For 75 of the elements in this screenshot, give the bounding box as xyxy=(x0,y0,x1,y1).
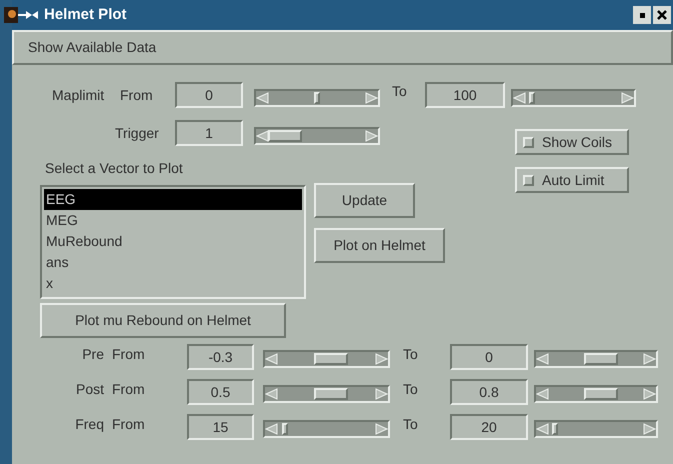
field-label: To xyxy=(392,82,408,101)
right-arrow-icon[interactable] xyxy=(374,353,388,365)
value-field[interactable]: 20 xyxy=(450,414,528,440)
slider[interactable] xyxy=(534,420,658,438)
field-label: Freq xyxy=(74,415,105,434)
slider-thumb[interactable] xyxy=(314,388,348,400)
list-item[interactable]: x xyxy=(44,273,302,294)
vector-list[interactable]: EEG MEG MuRebound ans x xyxy=(40,185,306,299)
field-label: From xyxy=(112,415,146,434)
value-field[interactable]: 100 xyxy=(425,82,505,108)
close-button[interactable] xyxy=(653,6,671,24)
slider-thumb[interactable] xyxy=(314,92,320,104)
list-item[interactable]: ans xyxy=(44,252,302,273)
right-arrow-icon[interactable] xyxy=(374,388,388,400)
right-arrow-icon[interactable] xyxy=(642,388,656,400)
left-arrow-icon[interactable] xyxy=(256,130,270,142)
right-arrow-icon[interactable] xyxy=(642,423,656,435)
slider[interactable] xyxy=(511,89,636,107)
left-arrow-icon[interactable] xyxy=(256,92,270,104)
value-field[interactable]: 0.8 xyxy=(450,379,528,405)
left-arrow-icon[interactable] xyxy=(536,423,550,435)
list-item[interactable]: MuRebound xyxy=(44,231,302,252)
toggle-button[interactable]: Show Coils xyxy=(515,129,629,155)
value-field[interactable]: 1 xyxy=(175,120,243,146)
field-label: From xyxy=(112,380,146,399)
slider-thumb[interactable] xyxy=(584,388,618,400)
push-button[interactable]: Plot on Helmet xyxy=(314,228,445,263)
right-arrow-icon[interactable] xyxy=(374,423,388,435)
menu-item[interactable]: Show Available Data xyxy=(28,37,156,58)
left-arrow-icon[interactable] xyxy=(513,92,527,104)
slider[interactable] xyxy=(263,350,390,368)
field-label: Maplimit xyxy=(52,86,106,105)
window-title: Helmet Plot xyxy=(44,4,127,25)
close-icon xyxy=(657,10,667,20)
slider-thumb[interactable] xyxy=(529,92,536,104)
slider[interactable] xyxy=(263,420,390,438)
push-button[interactable]: Update xyxy=(314,183,415,218)
field-label: To xyxy=(403,380,419,399)
list-item[interactable]: EEG xyxy=(44,189,302,210)
field-label: From xyxy=(112,345,146,364)
field-label: From xyxy=(120,86,154,104)
value-field[interactable]: 0 xyxy=(175,82,243,108)
field-label: Post xyxy=(74,380,105,399)
right-arrow-icon[interactable] xyxy=(364,92,378,104)
value-field[interactable]: 15 xyxy=(187,414,254,440)
list-item[interactable]: MEG xyxy=(44,210,302,231)
left-arrow-icon[interactable] xyxy=(265,423,279,435)
left-arrow-icon[interactable] xyxy=(265,353,279,365)
left-arrow-icon[interactable] xyxy=(536,353,550,365)
app-icon xyxy=(4,6,40,24)
left-arrow-icon[interactable] xyxy=(536,388,550,400)
value-field[interactable]: 0.5 xyxy=(187,379,254,405)
right-arrow-icon[interactable] xyxy=(642,353,656,365)
value-field[interactable]: 0 xyxy=(450,344,528,370)
slider[interactable] xyxy=(254,127,380,145)
toggle-button[interactable]: Auto Limit xyxy=(515,167,629,193)
slider[interactable] xyxy=(534,385,658,403)
slider[interactable] xyxy=(263,385,390,403)
maximize-button[interactable] xyxy=(633,6,651,24)
slider-thumb[interactable] xyxy=(552,423,558,435)
value-field[interactable]: -0.3 xyxy=(187,344,254,370)
right-arrow-icon[interactable] xyxy=(364,130,378,142)
field-label: Trigger xyxy=(115,124,160,143)
right-arrow-icon[interactable] xyxy=(620,92,634,104)
field-label: To xyxy=(403,345,419,364)
field-label: Pre xyxy=(81,345,105,364)
slider-thumb[interactable] xyxy=(314,353,348,365)
slider-thumb[interactable] xyxy=(282,423,288,435)
slider[interactable] xyxy=(534,350,658,368)
slider[interactable] xyxy=(254,89,380,107)
push-button[interactable]: Plot mu Rebound on Helmet xyxy=(40,303,286,338)
slider-thumb[interactable] xyxy=(584,353,618,365)
list-label: Select a Vector to Plot xyxy=(45,159,184,178)
field-label: To xyxy=(403,415,419,434)
left-arrow-icon[interactable] xyxy=(265,388,279,400)
